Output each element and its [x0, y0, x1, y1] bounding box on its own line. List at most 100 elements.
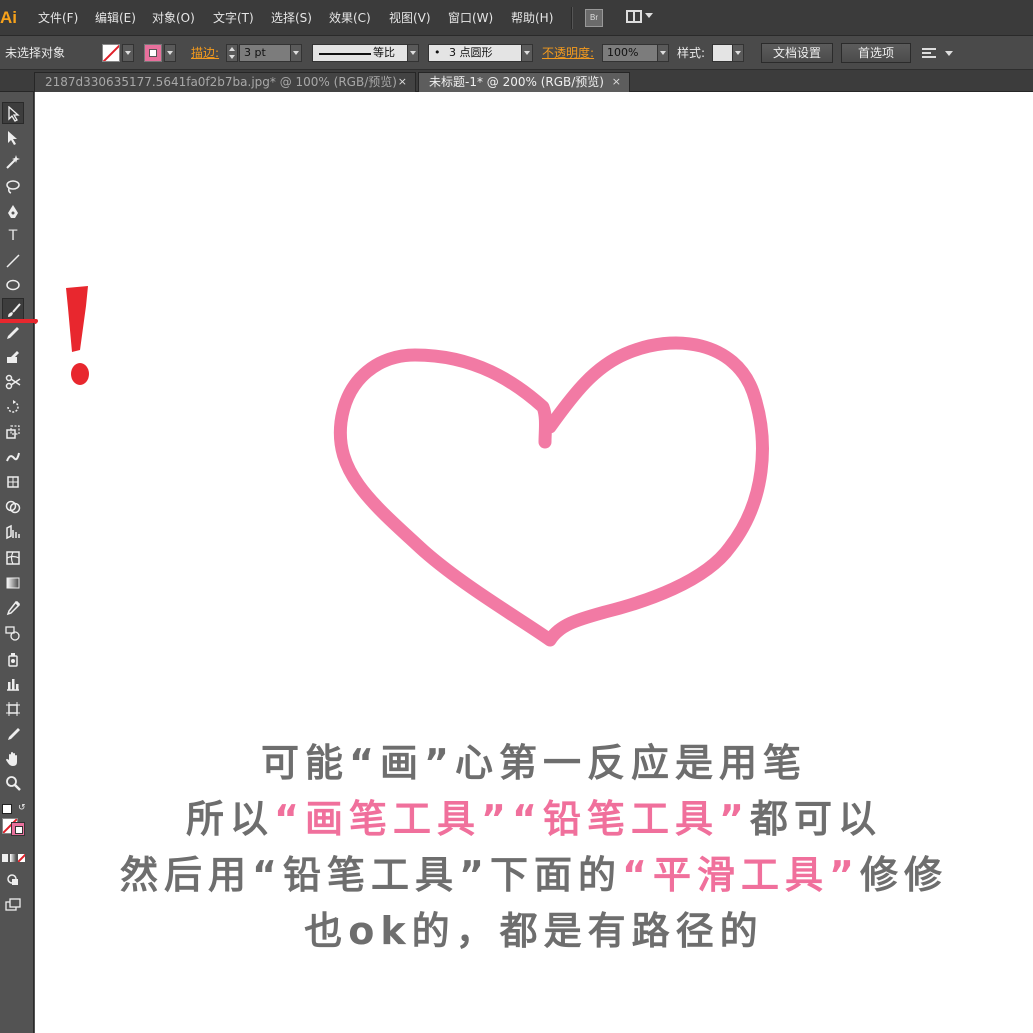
- caption-highlight-brush-tool: “画笔工具”: [274, 797, 512, 841]
- draw-mode-icon[interactable]: [2, 869, 24, 891]
- eyedropper-tool-icon[interactable]: [2, 597, 24, 619]
- rotate-tool-icon[interactable]: [2, 396, 24, 418]
- close-icon[interactable]: ×: [612, 73, 621, 91]
- menu-select[interactable]: 选择(S): [271, 9, 312, 27]
- lasso-tool-icon[interactable]: [2, 176, 24, 198]
- warp-tool-icon[interactable]: [2, 446, 24, 468]
- blend-tool-icon[interactable]: [2, 622, 24, 644]
- chevron-down-icon[interactable]: [407, 44, 419, 62]
- selection-status: 未选择对象: [5, 46, 66, 60]
- slice-tool-icon[interactable]: [2, 723, 24, 745]
- scale-tool-icon[interactable]: [2, 421, 24, 443]
- caption-text: 都可以: [749, 797, 882, 841]
- mesh-tool-icon[interactable]: [2, 547, 24, 569]
- none-mode-icon[interactable]: [18, 854, 25, 862]
- control-bar: 未选择对象 描边: 3 pt 等比 • 3 点圆形 不透明度: 100% 样式:: [0, 36, 1033, 70]
- selection-tool-icon[interactable]: [2, 102, 24, 124]
- pen-tool-icon[interactable]: [2, 201, 24, 223]
- line-segment-tool-icon[interactable]: [2, 250, 24, 272]
- preferences-button[interactable]: 首选项: [841, 43, 911, 63]
- artboard-canvas[interactable]: 可能“画”心第一反应是用笔 所以“画笔工具”“铅笔工具”都可以 然后用“铅笔工具…: [35, 92, 1033, 1033]
- direct-selection-tool-icon[interactable]: [2, 127, 24, 149]
- chevron-down-icon[interactable]: [732, 44, 744, 62]
- tab-document-untitled[interactable]: 未标题-1* @ 200% (RGB/预览) ×: [418, 72, 630, 92]
- chevron-down-icon[interactable]: [164, 44, 176, 62]
- chevron-down-icon[interactable]: [290, 44, 302, 62]
- gradient-mode-icon[interactable]: [10, 854, 16, 862]
- color-mode-buttons[interactable]: [2, 854, 26, 862]
- exclamation-annotation-icon: [0, 286, 89, 385]
- heart-path[interactable]: [333, 336, 769, 647]
- close-icon[interactable]: ×: [398, 73, 407, 91]
- symbol-sprayer-tool-icon[interactable]: [2, 648, 24, 670]
- caption-line-2: 所以“画笔工具”“铅笔工具”都可以: [35, 788, 1033, 843]
- profile-field[interactable]: 等比: [312, 44, 408, 62]
- magic-wand-tool-icon[interactable]: [2, 151, 24, 173]
- profile-label: 等比: [373, 46, 395, 59]
- perspective-grid-tool-icon[interactable]: [2, 521, 24, 543]
- gradient-tool-icon[interactable]: [2, 572, 24, 594]
- stroke-label[interactable]: 描边:: [191, 45, 219, 61]
- menu-object[interactable]: 对象(O): [152, 9, 195, 27]
- tab-document-jpg[interactable]: 2187d330635177.5641fa0f2b7ba.jpg* @ 100%…: [34, 72, 416, 92]
- menu-window[interactable]: 窗口(W): [448, 9, 493, 27]
- layout-grid-icon: [626, 10, 642, 23]
- graphic-style-control[interactable]: [712, 44, 746, 62]
- brush-dot-icon: •: [434, 46, 441, 59]
- chevron-down-icon[interactable]: [521, 44, 533, 62]
- brush-definition-field[interactable]: • 3 点圆形: [428, 44, 522, 62]
- opacity-field[interactable]: 100%: [602, 44, 658, 62]
- stroke-weight-stepper[interactable]: [226, 44, 238, 62]
- style-label: 样式:: [677, 46, 706, 60]
- document-setup-button[interactable]: 文档设置: [761, 43, 833, 63]
- variable-width-profile-control[interactable]: 等比: [312, 44, 420, 62]
- screen-mode-icon[interactable]: [2, 894, 24, 916]
- stroke-profile-line-icon: [319, 53, 371, 55]
- graphic-style-swatch[interactable]: [712, 44, 733, 62]
- shape-builder-tool-icon[interactable]: [2, 496, 24, 518]
- caption-line-4: 也ok的，都是有路径的: [304, 909, 764, 953]
- caption-text: 修修: [859, 853, 948, 897]
- type-tool-icon[interactable]: T: [2, 225, 24, 247]
- bridge-button[interactable]: Br: [585, 9, 603, 27]
- caption-highlight-pencil-tool: “铅笔工具”: [512, 797, 750, 841]
- default-colors-icon[interactable]: [2, 804, 12, 814]
- chevron-down-icon[interactable]: [122, 44, 134, 62]
- chevron-down-icon[interactable]: [657, 44, 669, 62]
- fill-swatch-control[interactable]: [102, 44, 136, 62]
- column-graph-tool-icon[interactable]: [2, 673, 24, 695]
- menu-effect[interactable]: 效果(C): [329, 9, 371, 27]
- menu-help[interactable]: 帮助(H): [511, 9, 553, 27]
- free-transform-tool-icon[interactable]: [2, 471, 24, 493]
- arrange-icon[interactable]: [922, 46, 936, 60]
- document-tab-bar: 2187d330635177.5641fa0f2b7ba.jpg* @ 100%…: [0, 70, 1033, 92]
- swap-colors-icon[interactable]: ↺: [18, 804, 26, 813]
- stroke-weight-field[interactable]: 3 pt: [239, 44, 291, 62]
- tab-label: 未标题-1* @ 200% (RGB/预览): [429, 75, 604, 89]
- brush-definition-control[interactable]: • 3 点圆形: [428, 44, 534, 62]
- color-mode-icon[interactable]: [2, 854, 8, 862]
- stroke-color-swatch[interactable]: [144, 44, 162, 62]
- opacity-control[interactable]: 100%: [602, 44, 670, 62]
- workspace-switcher-button[interactable]: [624, 8, 654, 28]
- opacity-label[interactable]: 不透明度:: [542, 45, 594, 61]
- tab-label: 2187d330635177.5641fa0f2b7ba.jpg* @ 100%…: [45, 75, 397, 89]
- menu-type[interactable]: 文字(T): [213, 9, 254, 27]
- fill-stroke-widget[interactable]: ↺: [2, 804, 30, 836]
- fill-none-swatch[interactable]: [102, 44, 120, 62]
- artboard-tool-icon[interactable]: [2, 698, 24, 720]
- menu-file[interactable]: 文件(F): [38, 9, 78, 27]
- caption-highlight-smooth-tool: “平滑工具”: [621, 853, 860, 897]
- chevron-down-icon[interactable]: [945, 51, 953, 56]
- menu-edit[interactable]: 编辑(E): [95, 9, 136, 27]
- chevron-down-icon: [645, 13, 653, 18]
- caption-line-3: 然后用“铅笔工具”下面的“平滑工具”修修: [35, 844, 1033, 899]
- caption-line-1: 可能“画”心第一反应是用笔: [261, 741, 807, 785]
- stroke-swatch-control[interactable]: [144, 44, 178, 62]
- hand-tool-icon[interactable]: [2, 748, 24, 770]
- stroke-weight-control[interactable]: 3 pt: [226, 44, 304, 62]
- zoom-tool-icon[interactable]: [2, 772, 24, 794]
- menu-view[interactable]: 视图(V): [389, 9, 431, 27]
- stroke-color-swatch[interactable]: [11, 822, 25, 836]
- brush-label: 3 点圆形: [449, 46, 493, 59]
